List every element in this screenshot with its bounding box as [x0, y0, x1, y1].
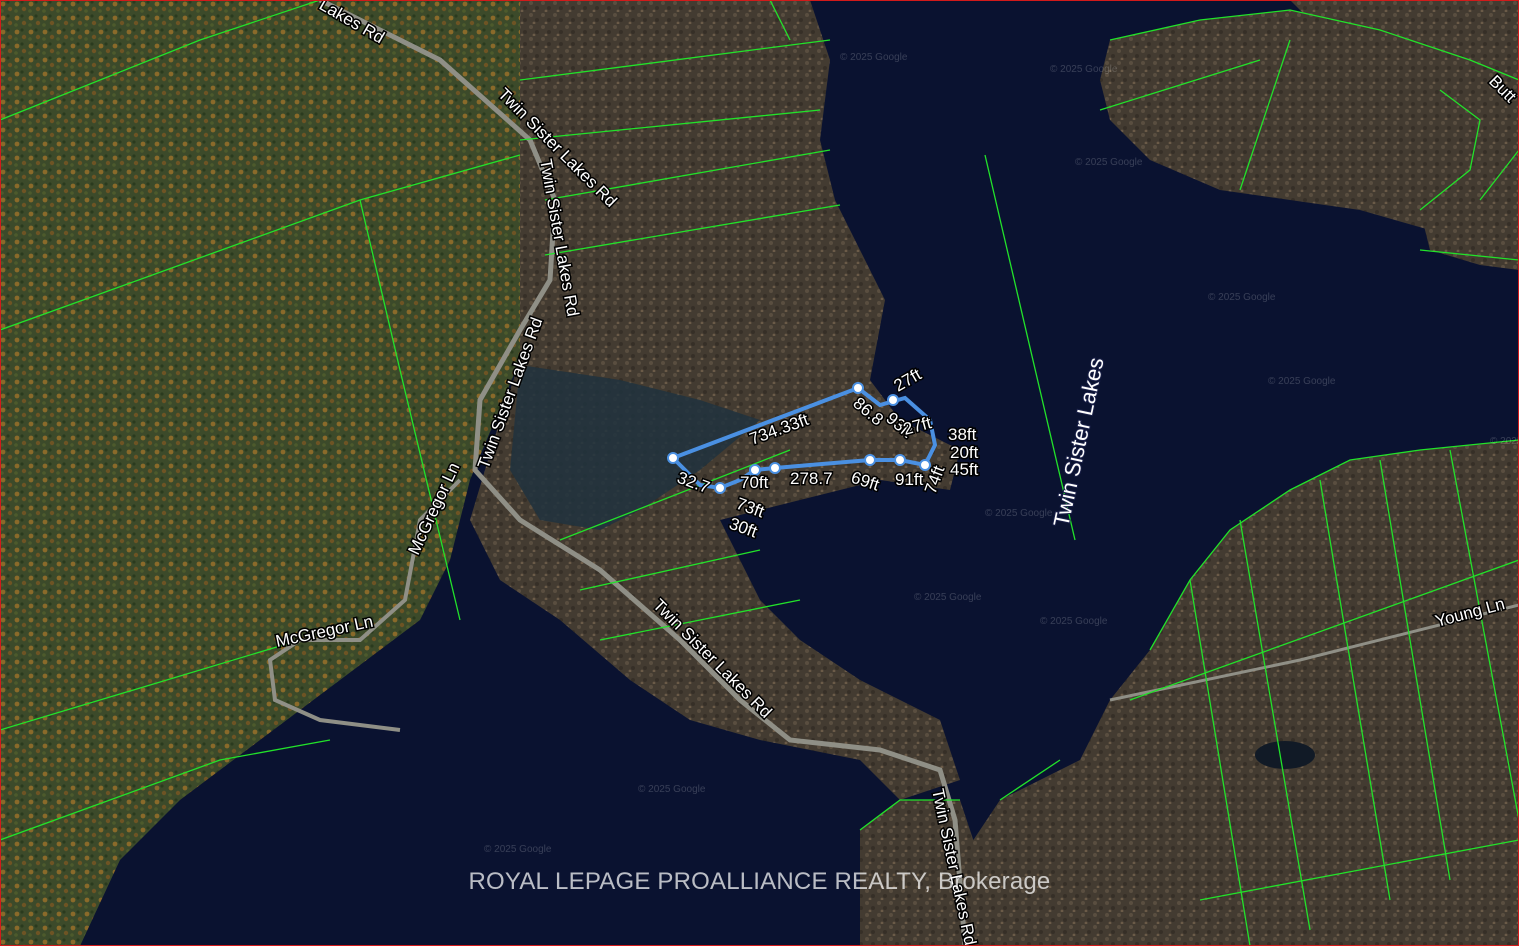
measurement-label: 278.7 [790, 469, 833, 488]
brokerage-watermark: ROYAL LEPAGE PROALLIANCE REALTY, Brokera… [468, 868, 1051, 895]
imagery-credit: © 2025 Google [484, 844, 552, 855]
measurement-label: 91ft [895, 470, 924, 489]
small-pond [1255, 741, 1315, 769]
imagery-credit: © 2025 Google [1040, 616, 1108, 627]
measurement-label: 70ft [740, 473, 769, 492]
imagery-credit: © 2025 Google [914, 592, 982, 603]
imagery-credit: © 2025 Google [1075, 157, 1143, 168]
measurement-label: 45ft [950, 460, 979, 479]
imagery-credit: © 2025 Google [1490, 436, 1519, 447]
satellite-map[interactable]: 734.33ft 32.7 73ft 70ft 278.7 69ft 86.8 … [0, 0, 1519, 946]
imagery-credit: © 2025 Google [840, 52, 908, 63]
map-view[interactable]: 734.33ft 32.7 73ft 70ft 278.7 69ft 86.8 … [0, 0, 1519, 946]
imagery-credit: © 2025 Google [985, 508, 1053, 519]
measurement-label: 38ft [948, 425, 977, 444]
imagery-credit: © 2025 Google [1050, 64, 1118, 75]
imagery-credit: © 2025 Google [1208, 292, 1276, 303]
imagery-credit: © 2025 Google [1268, 376, 1336, 387]
imagery-credit: © 2025 Google [638, 784, 706, 795]
